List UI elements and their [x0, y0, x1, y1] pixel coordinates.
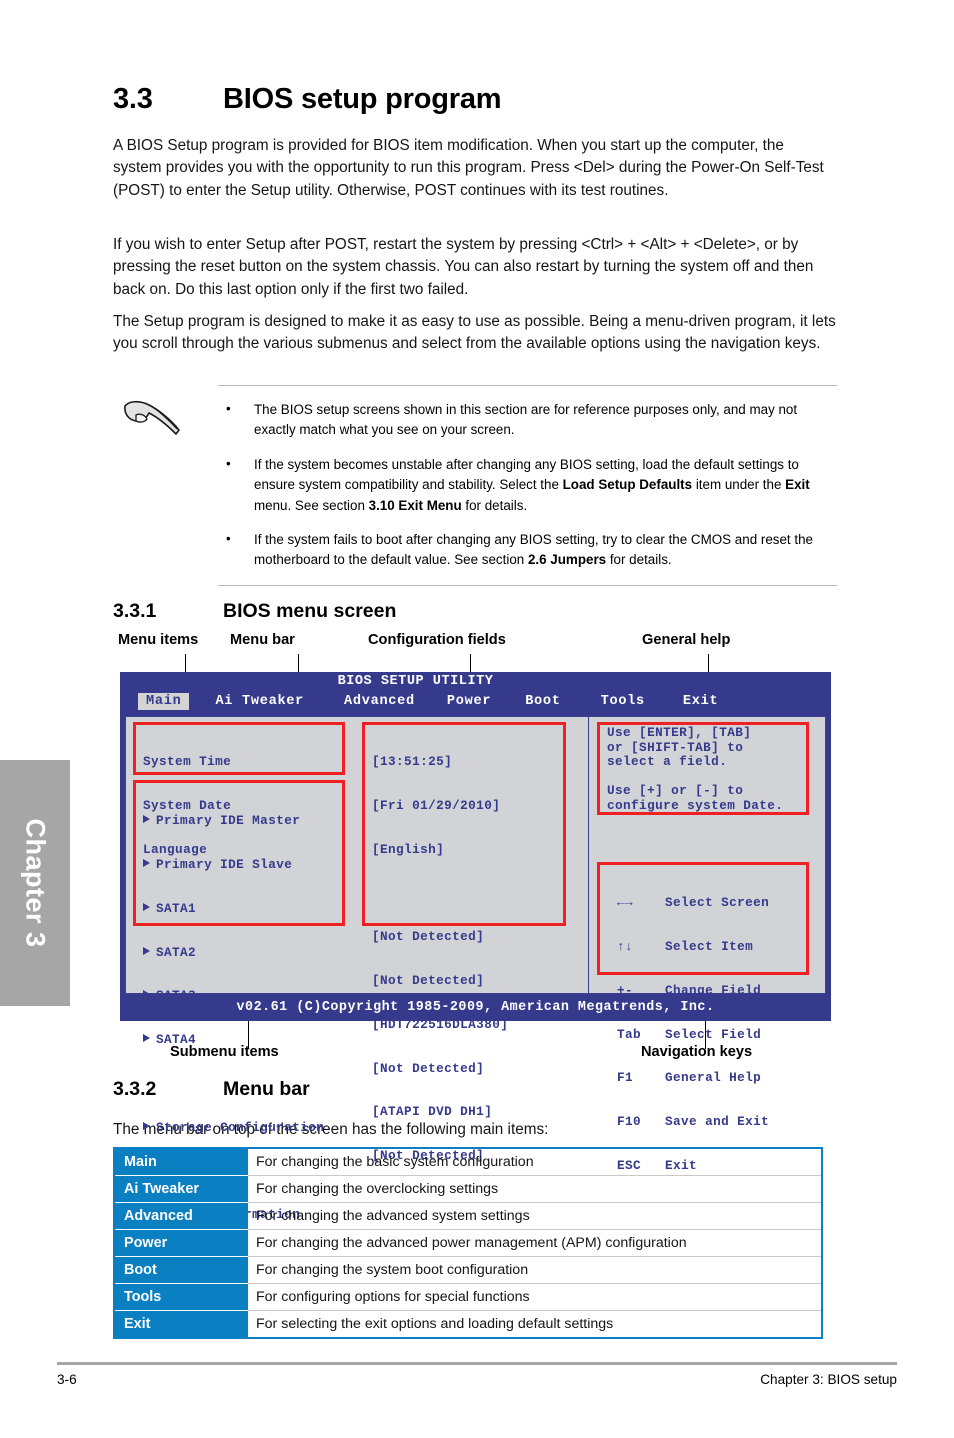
triangle-right-icon	[143, 946, 150, 955]
bios-body: System Time System Date Language Primary…	[125, 716, 826, 1222]
bios-submenu-item[interactable]: Primary IDE Master	[143, 813, 324, 829]
bios-submenu-item[interactable]: Storage Configuration	[143, 1120, 324, 1136]
note-item: • The BIOS setup screens shown in this s…	[218, 400, 837, 441]
bios-config-field[interactable]: [English]	[372, 842, 508, 858]
bios-tab-power[interactable]: Power	[439, 693, 499, 710]
bios-nav-key-row: F10 Save and Exit	[617, 1114, 770, 1130]
intro-paragraph-1: A BIOS Setup program is provided for BIO…	[113, 137, 824, 199]
intro-paragraph-2: If you wish to enter Setup after POST, r…	[113, 236, 814, 298]
note-bullet-icon: •	[226, 401, 231, 416]
bios-tab-boot[interactable]: Boot	[517, 693, 568, 710]
bios-tab-main[interactable]: Main	[138, 693, 190, 710]
bios-config-field[interactable]: [Not Detected]	[372, 1061, 508, 1077]
bios-tab-ai-tweaker[interactable]: Ai Tweaker	[207, 693, 312, 710]
bios-title-bar: BIOS SETUP UTILITY Main Ai Tweaker Advan…	[120, 672, 831, 716]
section-number: 3.3	[113, 83, 153, 115]
table-cell-key: Main	[114, 1148, 248, 1176]
table-cell-desc: For changing the basic system configurat…	[248, 1148, 822, 1176]
table-cell-desc: For configuring options for special func…	[248, 1283, 822, 1311]
bios-nav-key-row: ↑↓ Select Item	[617, 938, 754, 954]
bios-menu-item[interactable]: System Time	[143, 755, 231, 770]
bios-config-fields-group: [13:51:25] [Fri 01/29/2010] [English] [N…	[372, 726, 508, 1193]
triangle-right-icon	[143, 1121, 150, 1130]
bios-tab-tools[interactable]: Tools	[593, 693, 653, 710]
triangle-right-icon	[143, 1034, 150, 1043]
subsection-331-title: BIOS menu screen	[223, 600, 397, 622]
table-row: Power For changing the advanced power ma…	[114, 1229, 822, 1257]
note-item: • If the system becomes unstable after c…	[218, 455, 837, 516]
table-cell-key: Exit	[114, 1310, 248, 1338]
table-cell-key: Tools	[114, 1283, 248, 1311]
note-bullet-icon: •	[226, 530, 231, 546]
table-cell-desc: For changing the advanced system setting…	[248, 1202, 822, 1230]
bios-general-help-text: Use [ENTER], [TAB] or [SHIFT-TAB] to sel…	[607, 725, 784, 813]
bios-right-pane: Use [ENTER], [TAB] or [SHIFT-TAB] to sel…	[589, 717, 825, 1173]
bios-title: BIOS SETUP UTILITY	[337, 674, 494, 689]
table-cell-desc: For changing the advanced power manageme…	[248, 1229, 822, 1257]
table-cell-desc: For changing the overclocking settings	[248, 1175, 822, 1203]
bios-tab-advanced[interactable]: Advanced	[336, 693, 423, 710]
table-cell-key: Power	[114, 1229, 248, 1257]
note-item-text: The BIOS setup screens shown in this sec…	[254, 402, 798, 438]
note-item: • If the system fails to boot after chan…	[218, 530, 837, 571]
bios-config-field[interactable]: [Not Detected]	[372, 930, 508, 945]
bios-footer-text: v02.61 (C)Copyright 1985-2009, American …	[120, 994, 831, 1021]
table-row: Tools For configuring options for specia…	[114, 1283, 822, 1311]
note-bullet-icon: •	[226, 455, 231, 471]
table-cell-key: Ai Tweaker	[114, 1175, 248, 1203]
triangle-right-icon	[143, 858, 150, 867]
note-item-text: If the system becomes unstable after cha…	[254, 456, 810, 513]
section-title: BIOS setup program	[223, 83, 502, 115]
chapter-tab: Chapter 3	[0, 760, 70, 1006]
bios-menu-bar: Main Ai Tweaker Advanced Power Boot Tool…	[138, 693, 726, 710]
bios-submenu-item[interactable]: Primary IDE Slave	[143, 857, 324, 873]
triangle-right-icon	[143, 815, 150, 824]
bios-screenshot: BIOS SETUP UTILITY Main Ai Tweaker Advan…	[120, 672, 831, 1222]
note-item-text: If the system fails to boot after changi…	[254, 531, 813, 568]
table-cell-key: Advanced	[114, 1202, 248, 1230]
menu-bar-table: Main For changing the basic system confi…	[113, 1147, 823, 1339]
bios-config-field[interactable]: [Fri 01/29/2010]	[372, 798, 508, 814]
callout-menu-items-label: Menu items	[118, 632, 199, 648]
callout-configuration-fields-label: Configuration fields	[368, 632, 506, 648]
page-number: 3-6	[57, 1372, 77, 1387]
intro-paragraph-3: The Setup program is designed to make it…	[113, 313, 836, 353]
table-row: Exit For selecting the exit options and …	[114, 1310, 822, 1338]
table-row: Advanced For changing the advanced syste…	[114, 1202, 822, 1230]
callout-menu-bar-label: Menu bar	[230, 632, 295, 648]
note-bottom-rule	[218, 584, 837, 586]
note-box: • The BIOS setup screens shown in this s…	[113, 385, 837, 586]
footer-divider	[57, 1362, 897, 1365]
note-list: • The BIOS setup screens shown in this s…	[218, 400, 837, 571]
table-row: Main For changing the basic system confi…	[114, 1148, 822, 1176]
subsection-331-number: 3.3.1	[113, 600, 157, 622]
chapter-tab-label: Chapter 3	[20, 818, 51, 948]
callout-navigation-keys-label: Navigation keys	[641, 1044, 753, 1060]
table-row: Boot For changing the system boot config…	[114, 1256, 822, 1284]
page-title: 3.3 BIOS setup program	[113, 83, 502, 116]
table-row: Ai Tweaker For changing the overclocking…	[114, 1175, 822, 1203]
bios-nav-key-row: ←→ Select Screen	[617, 895, 770, 911]
table-cell-desc: For selecting the exit options and loadi…	[256, 1316, 614, 1332]
bios-tab-exit[interactable]: Exit	[675, 693, 726, 710]
bios-submenu-item[interactable]: SATA1	[143, 901, 324, 917]
footer-chapter-label: Chapter 3: BIOS setup	[760, 1372, 897, 1387]
triangle-right-icon	[143, 902, 150, 911]
bios-nav-key-row: Tab Select Field	[617, 1026, 762, 1042]
bios-config-field[interactable]: [ATAPI DVD DH1]	[372, 1105, 508, 1120]
bios-left-pane: System Time System Date Language Primary…	[126, 717, 589, 1222]
callout-general-help-label: General help	[642, 632, 731, 648]
bios-config-field[interactable]: [13:51:25]	[372, 755, 508, 770]
pointing-hand-icon	[124, 400, 180, 435]
table-cell-key: Boot	[114, 1256, 248, 1284]
subsection-331-heading: 3.3.1 BIOS menu screen	[113, 600, 396, 623]
table-cell-desc: For changing the system boot configurati…	[248, 1256, 822, 1284]
bios-nav-key-row: F1 General Help	[617, 1070, 762, 1086]
bios-config-field[interactable]: [Not Detected]	[372, 973, 508, 989]
callout-submenu-items-label: Submenu items	[170, 1044, 279, 1060]
bios-submenu-item[interactable]: SATA2	[143, 945, 324, 961]
